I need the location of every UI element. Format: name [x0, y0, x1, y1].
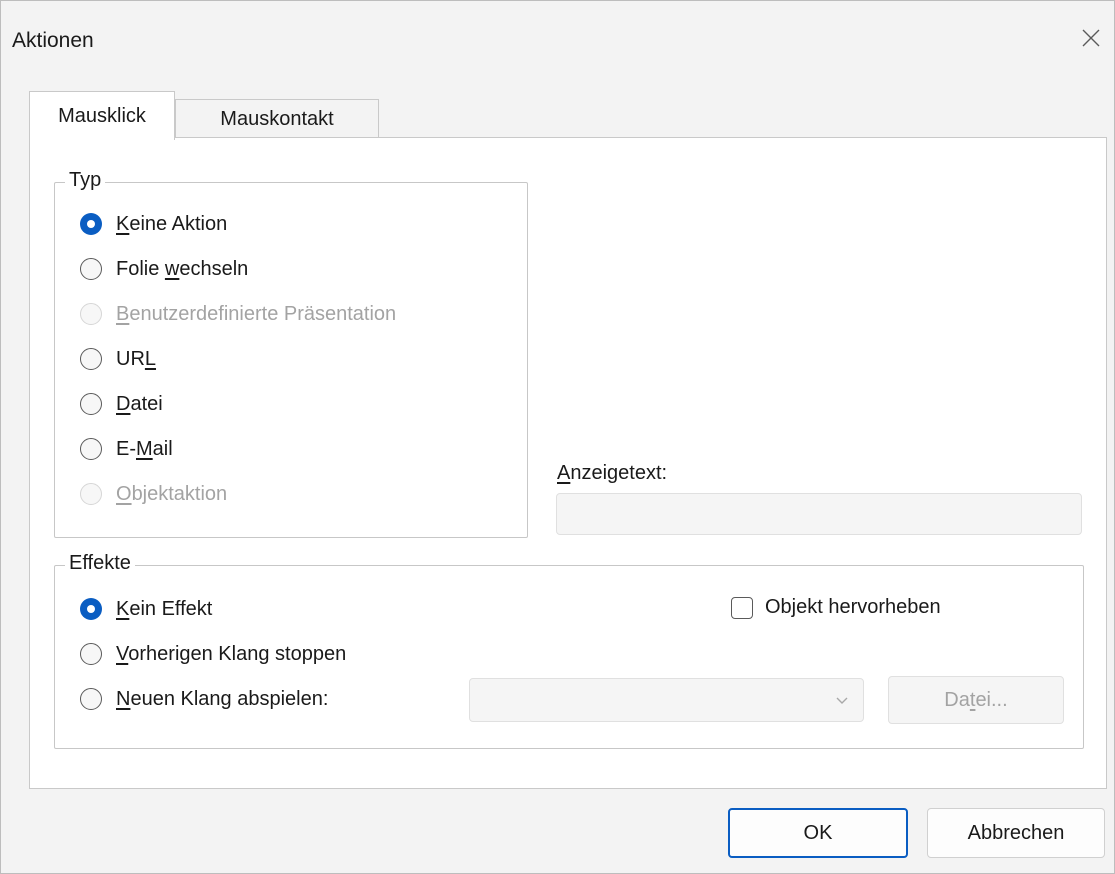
radio-url[interactable]: URL [80, 344, 156, 374]
display-text-input [556, 493, 1082, 535]
radio-label: URL [116, 347, 157, 370]
highlight-object-checkbox[interactable]: Objekt hervorheben [731, 596, 941, 619]
radio-benutzerdefinierte-praesentation: Benutzerdefinierte Präsentation [80, 299, 396, 329]
close-icon [1082, 29, 1100, 47]
radio-label: Objektaktion [116, 482, 228, 505]
tab-mauskontakt[interactable]: Mauskontakt [175, 99, 379, 139]
radio-datei[interactable]: Datei [80, 389, 163, 419]
radio-label: Datei [116, 392, 163, 415]
title-bar: Aktionen [1, 1, 1114, 81]
radio-checked-icon [80, 598, 102, 620]
display-text-label: Anzeigetext: [557, 462, 668, 484]
dialog-title: Aktionen [12, 29, 94, 52]
radio-label: Neuen Klang abspielen: [116, 687, 329, 710]
highlight-object-label: Objekt hervorheben [765, 596, 941, 618]
radio-label: Folie wechseln [116, 257, 249, 280]
radio-icon [80, 483, 102, 505]
tab-mausklick[interactable]: Mausklick [29, 91, 175, 140]
tab-panel: Typ Keine Aktion Folie wechseln Benutzer… [29, 137, 1107, 789]
ok-button[interactable]: OK [728, 808, 908, 858]
sound-file-button-label: Datei... [944, 688, 1008, 711]
radio-icon [80, 393, 102, 415]
effects-group-label: Effekte [65, 552, 135, 575]
effects-groupbox: Effekte Kein Effekt Vorherigen Klang sto… [54, 552, 1084, 749]
radio-label: Keine Aktion [116, 212, 228, 235]
radio-label: Vorherigen Klang stoppen [116, 642, 347, 665]
radio-email[interactable]: E-Mail [80, 434, 173, 464]
sound-file-button: Datei... [888, 676, 1064, 724]
checkbox-icon [731, 596, 753, 619]
cancel-button[interactable]: Abbrechen [927, 808, 1105, 858]
type-group-label: Typ [65, 169, 106, 192]
radio-label: Benutzerdefinierte Präsentation [116, 302, 397, 325]
actions-dialog: Aktionen Mausklick Mauskontakt Typ Keine… [0, 0, 1115, 874]
radio-icon [80, 258, 102, 280]
radio-icon [80, 643, 102, 665]
radio-icon [80, 348, 102, 370]
chevron-down-icon [836, 697, 848, 704]
radio-kein-effekt[interactable]: Kein Effekt [80, 594, 212, 624]
close-button[interactable] [1068, 15, 1114, 61]
sound-select [469, 678, 864, 722]
radio-vorherigen-klang-stoppen[interactable]: Vorherigen Klang stoppen [80, 639, 346, 669]
radio-icon [80, 303, 102, 325]
radio-label: Kein Effekt [116, 597, 213, 620]
type-groupbox: Typ Keine Aktion Folie wechseln Benutzer… [54, 169, 528, 538]
radio-label: E-Mail [116, 437, 173, 460]
radio-folie-wechseln[interactable]: Folie wechseln [80, 254, 248, 284]
radio-icon [80, 438, 102, 460]
radio-checked-icon [80, 213, 102, 235]
radio-objektaktion: Objektaktion [80, 479, 227, 509]
radio-keine-aktion[interactable]: Keine Aktion [80, 209, 227, 239]
radio-icon [80, 688, 102, 710]
radio-neuen-klang-abspielen[interactable]: Neuen Klang abspielen: [80, 684, 328, 714]
